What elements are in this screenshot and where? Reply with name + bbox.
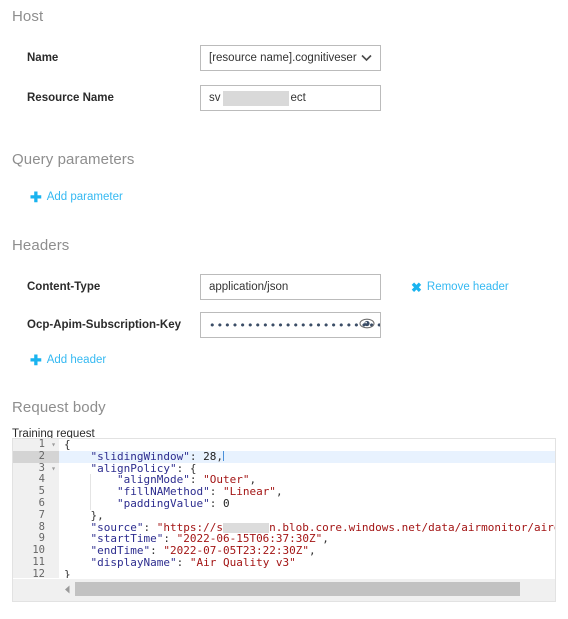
subscription-key-input[interactable] [200, 312, 381, 338]
host-name-select[interactable]: [resource name].cognitiveser [200, 45, 381, 71]
triangle-left-icon[interactable] [61, 583, 74, 596]
content-type-input[interactable] [200, 274, 381, 300]
remove-header-label: Remove header [426, 281, 509, 293]
eye-icon[interactable] [359, 317, 375, 333]
add-header-button[interactable]: ✚ Add header [30, 353, 106, 367]
host-name-field-wrap: [resource name].cognitiveser [200, 45, 381, 71]
host-name-label: Name [27, 52, 59, 64]
content-type-label: Content-Type [27, 281, 101, 293]
editor-code-line[interactable]: "displayName": "Air Quality v3" [59, 557, 555, 569]
plus-icon: ✚ [30, 352, 42, 368]
editor-body[interactable]: 1 ▾ 2 3 ▾ 4 5 6 7 8 9 10 11 12 { "slidingWindow": 28,… [13, 439, 555, 580]
code-token-punct: : [176, 555, 190, 569]
host-name-row: Name [resource name].cognitiveser [0, 44, 568, 72]
editor-line-number: 1 ▾ [38, 439, 56, 451]
editor-line-number: 4 [38, 473, 45, 486]
resource-name-row: Resource Name sv ect [0, 84, 568, 112]
editor-line-number: 6 [38, 496, 45, 509]
add-parameter-label: Add parameter [46, 191, 123, 203]
close-x-icon: ✖ [411, 279, 422, 295]
editor-line-number: 3 ▾ [38, 461, 56, 475]
scrollbar-track[interactable] [75, 582, 553, 596]
editor-line-number-gutter: 1 ▾ 2 3 ▾ 4 5 6 7 8 9 10 11 12 [13, 439, 59, 580]
editor-line-number: 8 [38, 520, 45, 533]
code-token-punct: , [322, 532, 329, 546]
code-token-punct: , [275, 485, 283, 499]
header-row-subscription-key: Ocp-Apim-Subscription-Key ••••••••••••••… [0, 311, 568, 339]
resource-name-input[interactable] [200, 85, 381, 111]
code-token-str: "Air Quality v3" [189, 555, 296, 569]
editor-horizontal-scrollbar[interactable] [13, 578, 555, 601]
editor-line-number: 7 [38, 508, 45, 521]
text-caret [222, 450, 224, 461]
subscription-key-field-wrap: •••••••••••••••••••••••••••••• [200, 312, 381, 338]
code-token-punct: , [216, 449, 223, 463]
code-token-num: 0 [222, 496, 230, 510]
add-header-label: Add header [46, 354, 107, 366]
header-row-content-type: Content-Type ✖ Remove header [0, 273, 568, 301]
resource-name-label: Resource Name [27, 92, 114, 104]
redaction-block [222, 522, 270, 533]
editor-line-number: 2 [13, 450, 59, 463]
editor-code-line[interactable]: "paddingValue": 0 [59, 498, 555, 510]
editor-line-number: 5 [38, 485, 45, 498]
code-token-punct: , [309, 544, 316, 558]
add-parameter-button[interactable]: ✚ Add parameter [30, 190, 123, 204]
editor-line-number: 11 [32, 555, 45, 568]
code-token-punct: : [209, 496, 223, 510]
fold-toggle-icon[interactable]: ▾ [51, 439, 56, 451]
code-token-num: 28 [203, 449, 217, 463]
code-token-str: "Linear" [222, 485, 276, 499]
code-token-key: "displayName" [64, 555, 177, 569]
scrollbar-thumb[interactable] [75, 582, 520, 596]
host-section-title: Host [12, 8, 44, 25]
plus-icon: ✚ [30, 189, 42, 205]
resource-name-field-wrap: sv ect [200, 85, 381, 111]
editor-code-area[interactable]: { "slidingWindow": 28, "alignPolicy": { … [59, 439, 555, 580]
query-parameters-section-title: Query parameters [12, 151, 135, 168]
fold-toggle-icon[interactable]: ▾ [51, 463, 56, 475]
headers-section-title: Headers [12, 237, 70, 254]
content-type-field-wrap [200, 274, 381, 300]
remove-header-button[interactable]: ✖ Remove header [411, 281, 509, 294]
request-body-section-title: Request body [12, 399, 106, 416]
subscription-key-label: Ocp-Apim-Subscription-Key [27, 319, 181, 331]
request-body-editor[interactable]: 1 ▾ 2 3 ▾ 4 5 6 7 8 9 10 11 12 { "slidingWindow": 28,… [12, 438, 556, 602]
